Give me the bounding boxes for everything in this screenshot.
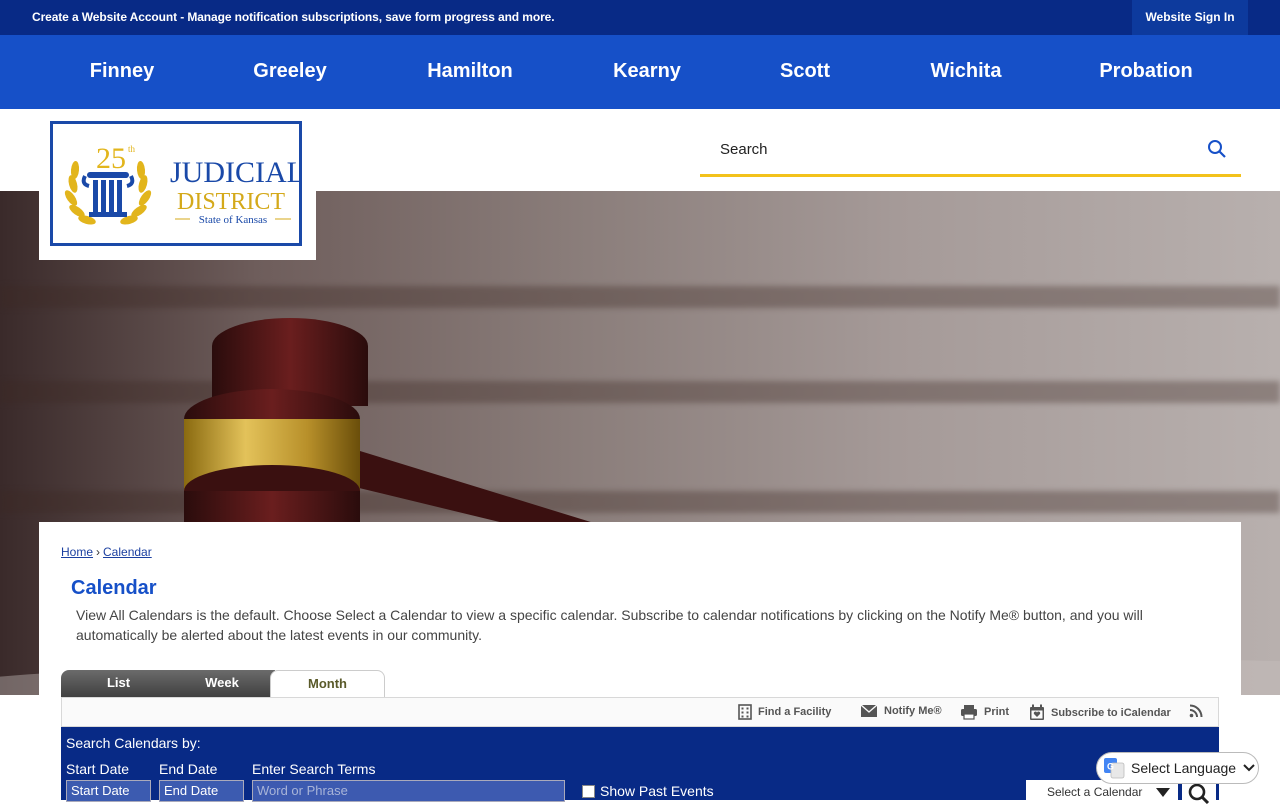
notify-me-link[interactable]: Notify Me® xyxy=(860,704,942,718)
nav-item-wichita[interactable]: Wichita xyxy=(931,35,1002,109)
nav-item-kearny[interactable]: Kearny xyxy=(613,35,681,109)
nav-item-probation[interactable]: Probation xyxy=(1099,35,1192,109)
website-sign-in-button[interactable]: Website Sign In xyxy=(1132,0,1248,35)
page-title: Calendar xyxy=(71,577,157,599)
checkbox-box[interactable] xyxy=(582,784,595,798)
google-translate-icon: G xyxy=(1104,758,1125,779)
logo-line2: DISTRICT xyxy=(177,189,285,215)
show-past-events-checkbox[interactable]: Show Past Events xyxy=(582,783,714,799)
nav-item-finney[interactable]: Finney xyxy=(90,35,154,109)
select-language-label: Select Language xyxy=(1131,760,1237,776)
search-terms-input[interactable]: Word or Phrase xyxy=(252,780,565,802)
breadcrumb-separator: › xyxy=(96,545,101,559)
search-icon[interactable] xyxy=(1207,139,1227,159)
start-date-field[interactable]: Start Date xyxy=(66,780,151,802)
search-input[interactable]: Search xyxy=(720,141,768,158)
chevron-down-icon xyxy=(1243,764,1255,772)
printer-icon xyxy=(961,705,977,720)
select-calendar-value: Select a Calendar xyxy=(1047,785,1143,799)
main-navigation: Finney Greeley Hamilton Kearny Scott Wic… xyxy=(0,35,1280,109)
logo-line3: State of Kansas xyxy=(199,214,267,226)
search-panel-title: Search Calendars by: xyxy=(66,735,201,751)
breadcrumb-calendar-link[interactable]: Calendar xyxy=(103,545,152,559)
search-terms-label: Enter Search Terms xyxy=(252,761,376,777)
tab-week[interactable]: Week xyxy=(169,670,275,698)
page-intro: View All Calendars is the default. Choos… xyxy=(76,607,1143,643)
find-facility-link[interactable]: Find a Facility xyxy=(738,704,831,720)
svg-text:G: G xyxy=(1107,762,1114,772)
envelope-icon xyxy=(860,704,878,717)
site-logo[interactable]: 25 th JUDICIAL DISTRICT State of Kansas xyxy=(39,109,316,260)
create-account-link[interactable]: Create a Website Account - Manage notifi… xyxy=(32,10,555,24)
end-date-label: End Date xyxy=(159,761,218,777)
subscribe-icalendar-link[interactable]: Subscribe to iCalendar xyxy=(1029,704,1171,721)
breadcrumb-home-link[interactable]: Home xyxy=(61,545,93,559)
nav-item-hamilton[interactable]: Hamilton xyxy=(427,35,513,109)
breadcrumb: Home › Calendar xyxy=(61,545,152,559)
end-date-field[interactable]: End Date xyxy=(159,780,244,802)
logo-line1: JUDICIAL xyxy=(170,156,299,189)
start-date-label: Start Date xyxy=(66,761,130,777)
logo-frame: 25 th JUDICIAL DISTRICT State of Kansas xyxy=(50,121,305,246)
calendar-view-tabs: List Week Month xyxy=(61,670,386,698)
calendar-toolbar: Find a Facility Notify Me® Print Subscri… xyxy=(61,697,1219,727)
logo-suffix: th xyxy=(128,144,136,154)
select-language-widget[interactable]: G Select Language xyxy=(1096,752,1259,784)
tab-month[interactable]: Month xyxy=(270,670,385,698)
rss-link[interactable] xyxy=(1189,704,1203,718)
nav-item-scott[interactable]: Scott xyxy=(780,35,830,109)
site-search[interactable]: Search xyxy=(700,128,1241,177)
chevron-down-icon xyxy=(1156,788,1170,797)
subscribe-icalendar-label: Subscribe to iCalendar xyxy=(1051,706,1171,719)
print-link[interactable]: Print xyxy=(960,704,1009,720)
notify-me-label: Notify Me® xyxy=(884,705,942,717)
show-past-events-label: Show Past Events xyxy=(600,783,714,799)
calendar-heart-icon xyxy=(1030,704,1044,720)
judicial-district-seal-icon: 25 th JUDICIAL DISTRICT State of Kansas xyxy=(64,142,305,226)
nav-item-greeley[interactable]: Greeley xyxy=(253,35,326,109)
top-utility-bar: Create a Website Account - Manage notifi… xyxy=(0,0,1280,35)
logo-number: 25 xyxy=(96,142,126,175)
find-facility-label: Find a Facility xyxy=(758,706,832,718)
main-content: Home › Calendar Calendar View All Calendar… xyxy=(39,522,1241,805)
print-label: Print xyxy=(984,706,1010,718)
building-icon xyxy=(738,704,752,720)
calendar-search-panel: Search Calendars by: Start Date End Date… xyxy=(61,727,1219,805)
rss-icon xyxy=(1189,704,1203,718)
tab-list[interactable]: List xyxy=(61,670,176,698)
